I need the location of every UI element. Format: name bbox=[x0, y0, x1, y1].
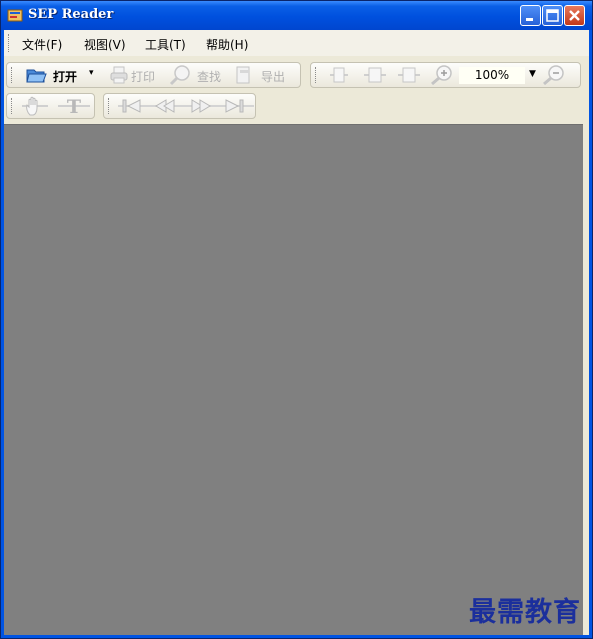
first-page-icon[interactable] bbox=[120, 97, 144, 115]
print-label: 打印 bbox=[131, 70, 156, 84]
app-icon bbox=[7, 9, 23, 22]
svg-text:T: T bbox=[67, 96, 81, 116]
magnifier-icon bbox=[169, 65, 190, 86]
menu-tools[interactable]: 工具(T) bbox=[145, 36, 186, 53]
fit-width-icon[interactable] bbox=[363, 66, 387, 84]
toolbar-grip[interactable] bbox=[11, 98, 15, 114]
open-button[interactable]: 打开 ▾ bbox=[25, 65, 105, 85]
print-button[interactable]: 打印 bbox=[109, 65, 165, 85]
menu-file[interactable]: 文件(F) bbox=[22, 36, 62, 53]
menu-bar: 文件(F) 视图(V) 工具(T) 帮助(H) bbox=[4, 30, 589, 56]
watermark-text: 最需教育 bbox=[469, 597, 581, 628]
menubar-grip[interactable] bbox=[8, 34, 12, 52]
open-label: 打开 bbox=[53, 70, 78, 84]
close-icon bbox=[569, 10, 580, 21]
maximize-button[interactable] bbox=[542, 5, 563, 26]
export-label: 导出 bbox=[261, 70, 286, 84]
text-select-icon[interactable]: T bbox=[57, 96, 91, 116]
minimize-button[interactable] bbox=[520, 5, 541, 26]
export-button[interactable]: 导出 bbox=[235, 65, 295, 85]
zoom-out-icon[interactable] bbox=[541, 64, 567, 86]
tools-toolbar: T bbox=[6, 93, 95, 119]
zoom-dropdown-icon[interactable]: ▼ bbox=[529, 69, 536, 79]
find-label: 查找 bbox=[197, 70, 222, 84]
zoom-level-input[interactable]: 100% bbox=[459, 67, 525, 84]
minimize-icon bbox=[526, 18, 533, 21]
fit-page-icon[interactable] bbox=[329, 66, 349, 84]
open-dropdown-icon[interactable]: ▾ bbox=[89, 68, 94, 78]
menu-help[interactable]: 帮助(H) bbox=[206, 36, 248, 53]
navigation-toolbar bbox=[103, 93, 256, 119]
export-icon bbox=[236, 66, 250, 84]
next-page-icon[interactable] bbox=[188, 97, 212, 115]
file-toolbar: 打开 ▾ 打印 查找 导出 bbox=[6, 62, 301, 88]
document-viewport[interactable] bbox=[4, 124, 583, 635]
last-page-icon[interactable] bbox=[222, 97, 246, 115]
open-folder-icon bbox=[26, 69, 47, 83]
app-window: SEP Reader 文件(F) 视图(V) 工具(T) 帮助(H) 打开 ▾ … bbox=[0, 0, 593, 639]
maximize-icon bbox=[546, 9, 559, 22]
menu-view[interactable]: 视图(V) bbox=[84, 36, 126, 53]
actual-size-icon[interactable] bbox=[397, 66, 421, 84]
view-toolbar: 100% ▼ bbox=[310, 62, 581, 88]
printer-icon bbox=[110, 66, 128, 84]
previous-page-icon[interactable] bbox=[154, 97, 178, 115]
window-title: SEP Reader bbox=[28, 7, 114, 22]
find-button[interactable]: 查找 bbox=[169, 65, 229, 86]
toolbar-grip[interactable] bbox=[108, 98, 112, 114]
toolbar-grip[interactable] bbox=[315, 67, 319, 83]
title-bar[interactable]: SEP Reader bbox=[1, 1, 592, 30]
zoom-in-icon[interactable] bbox=[429, 64, 455, 86]
hand-tool-icon[interactable] bbox=[21, 95, 49, 117]
toolbar-grip[interactable] bbox=[11, 67, 15, 83]
close-button[interactable] bbox=[564, 5, 585, 26]
